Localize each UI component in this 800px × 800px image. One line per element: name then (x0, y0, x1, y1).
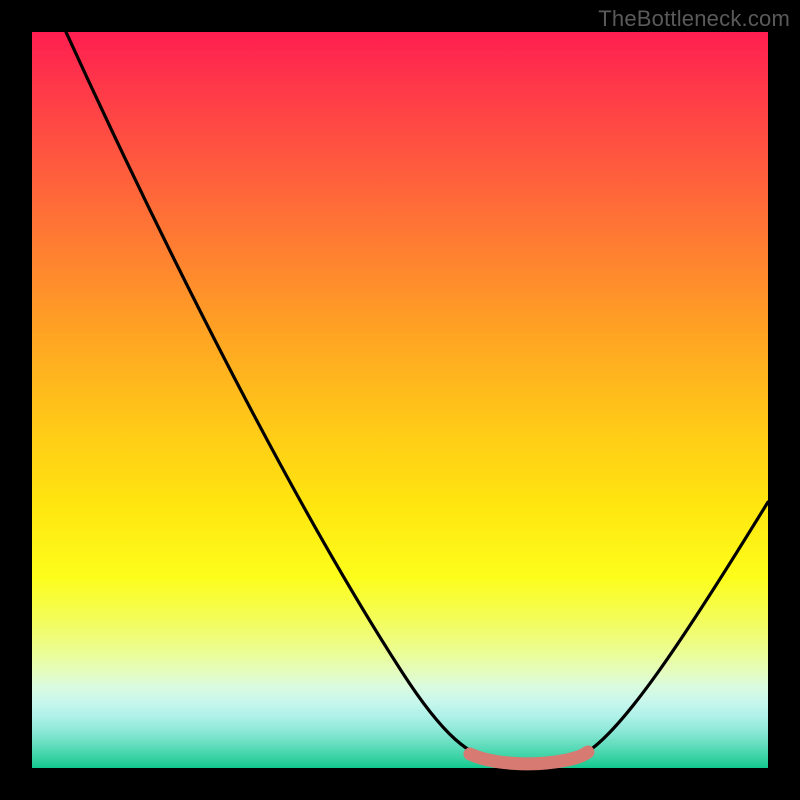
chart-svg (32, 32, 768, 768)
chart-frame: TheBottleneck.com (0, 0, 800, 800)
plot-area (32, 32, 768, 768)
trough-highlight (470, 752, 588, 764)
bottleneck-curve (66, 32, 768, 763)
watermark-text: TheBottleneck.com (598, 6, 790, 32)
